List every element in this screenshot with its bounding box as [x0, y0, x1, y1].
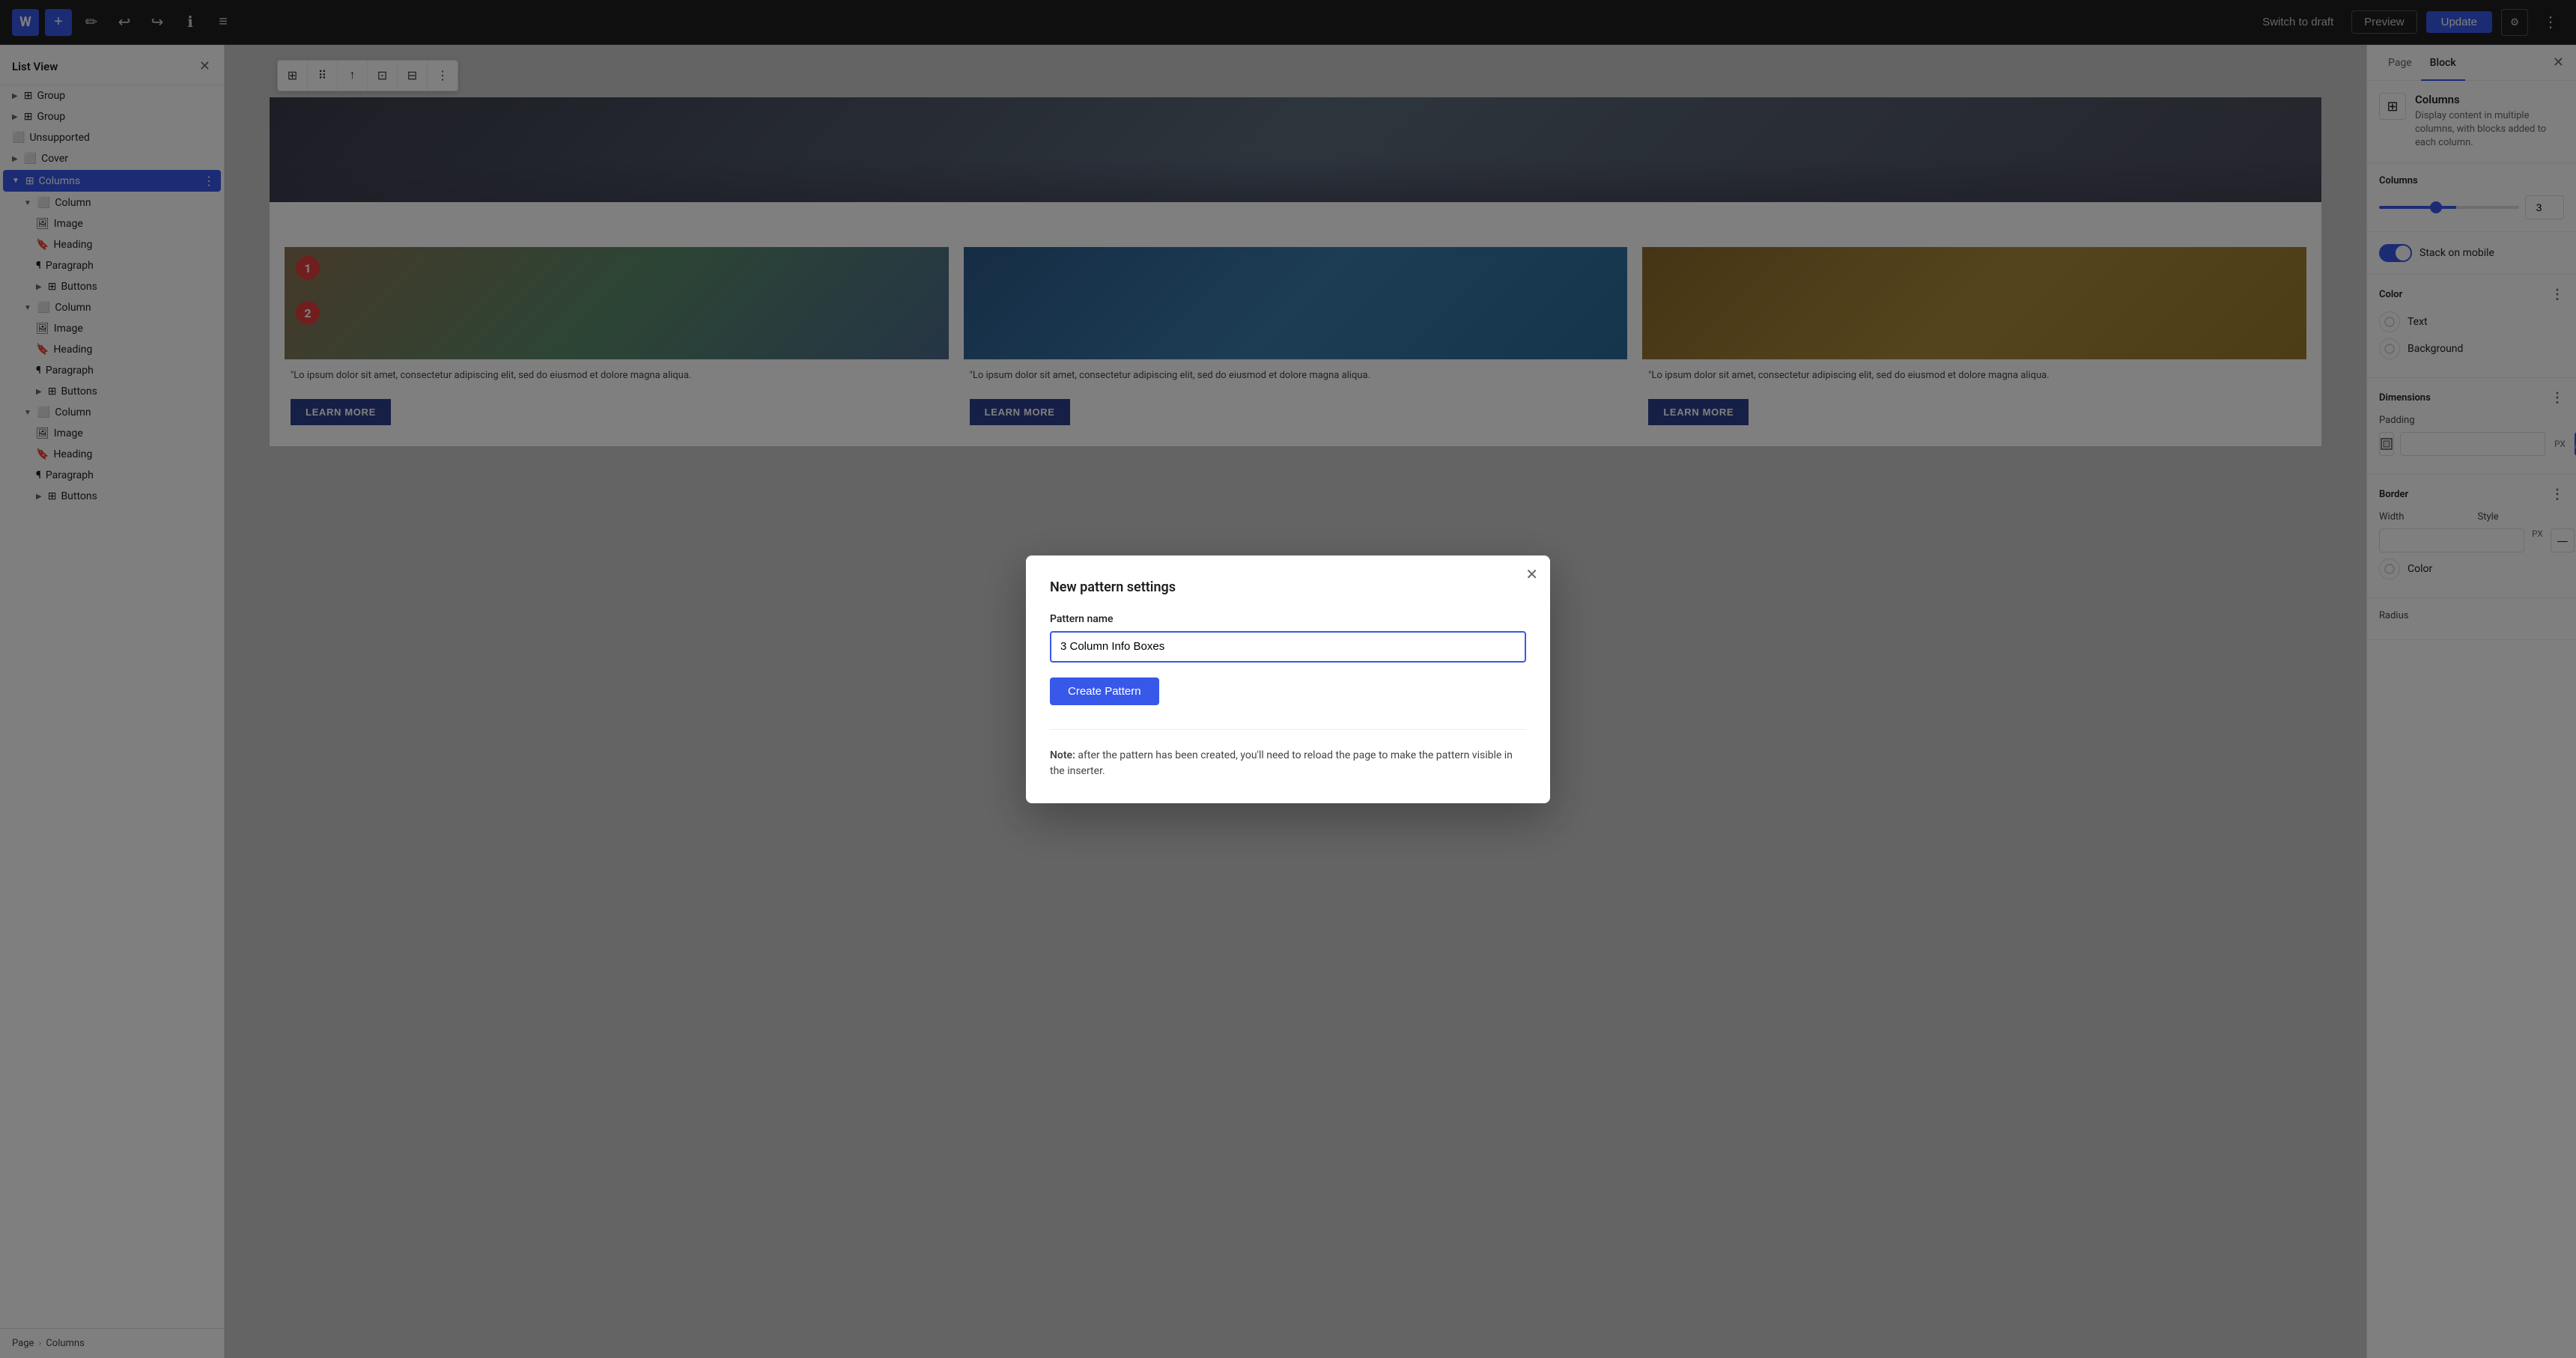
modal-overlay: New pattern settings ✕ Pattern name Crea…	[0, 0, 2576, 1358]
modal-close-button[interactable]: ✕	[1525, 567, 1538, 582]
pattern-name-input[interactable]	[1050, 631, 1526, 663]
modal-note: Note: after the pattern has been created…	[1050, 729, 1526, 779]
pattern-name-label: Pattern name	[1050, 613, 1526, 625]
new-pattern-settings-modal: New pattern settings ✕ Pattern name Crea…	[1026, 555, 1550, 803]
modal-note-prefix: Note:	[1050, 749, 1075, 761]
modal-note-text: after the pattern has been created, you'…	[1050, 749, 1513, 777]
modal-title: New pattern settings	[1050, 579, 1526, 595]
create-pattern-button[interactable]: Create Pattern	[1050, 678, 1159, 705]
